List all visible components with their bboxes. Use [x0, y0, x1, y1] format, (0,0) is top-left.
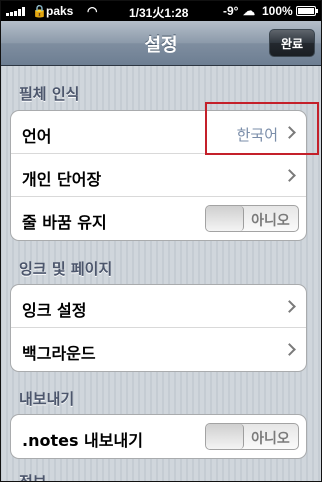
row-ink-settings[interactable]: 잉크 설정: [11, 285, 306, 328]
row-keep-line-breaks: 줄 바꿈 유지 아니오: [11, 197, 306, 240]
keep-line-breaks-toggle[interactable]: 아니오: [205, 205, 299, 232]
toggle-text: 아니오: [251, 431, 290, 447]
row-label: 잉크 설정: [22, 301, 87, 320]
battery-icon: [296, 6, 318, 16]
row-personal-dictionary[interactable]: 개인 단어장: [11, 154, 306, 197]
row-label: 백그라운드: [22, 344, 96, 363]
row-background[interactable]: 백그라운드: [11, 328, 306, 371]
carrier-name: paks: [46, 4, 74, 18]
done-button[interactable]: 완료: [269, 29, 315, 57]
battery-percent: 100%: [262, 4, 293, 18]
row-label: 개인 단어장: [22, 170, 102, 189]
navigation-bar: 설정 완료: [1, 21, 321, 66]
signal-bars-icon: [6, 7, 25, 16]
section-header-ink-page: 잉크 및 페이지: [19, 260, 113, 278]
section-header-handwriting: 필체 인식: [19, 85, 80, 103]
toggle-text: 아니오: [251, 213, 290, 229]
status-temperature: -9°: [223, 4, 239, 18]
chevron-right-icon: [283, 343, 296, 356]
chevron-right-icon: [283, 126, 296, 139]
row-language[interactable]: 언어 한국어: [11, 111, 306, 154]
group-ink-page: 잉크 설정 백그라운드: [10, 284, 307, 372]
settings-screen: 🔒 paks ◠ 1/31火1:28 -9° ☁ 100% 설정 완료 필체 인…: [0, 0, 322, 482]
wifi-icon: ◠: [87, 4, 98, 18]
group-handwriting: 언어 한국어 개인 단어장 줄 바꿈 유지 아니오: [10, 110, 307, 241]
row-label: .notes 내보내기: [22, 431, 143, 450]
cloud-icon: ☁: [243, 4, 255, 18]
toggle-knob[interactable]: [206, 206, 244, 231]
export-notes-toggle[interactable]: 아니오: [205, 423, 299, 450]
row-label: 언어: [22, 127, 52, 146]
language-value: 한국어: [236, 126, 278, 144]
toggle-knob[interactable]: [206, 424, 244, 449]
status-bar: 🔒 paks ◠ 1/31火1:28 -9° ☁ 100%: [1, 1, 321, 21]
group-export: .notes 내보내기 아니오: [10, 414, 307, 459]
status-time: 1/31火1:28: [129, 6, 189, 20]
chevron-right-icon: [283, 300, 296, 313]
chevron-right-icon: [283, 169, 296, 182]
row-label: 줄 바꿈 유지: [22, 213, 107, 232]
section-header-info: 정보: [19, 473, 47, 482]
section-header-export: 내보내기: [19, 390, 75, 408]
lock-icon: 🔒: [32, 4, 47, 18]
row-export-notes: .notes 내보내기 아니오: [11, 415, 306, 458]
